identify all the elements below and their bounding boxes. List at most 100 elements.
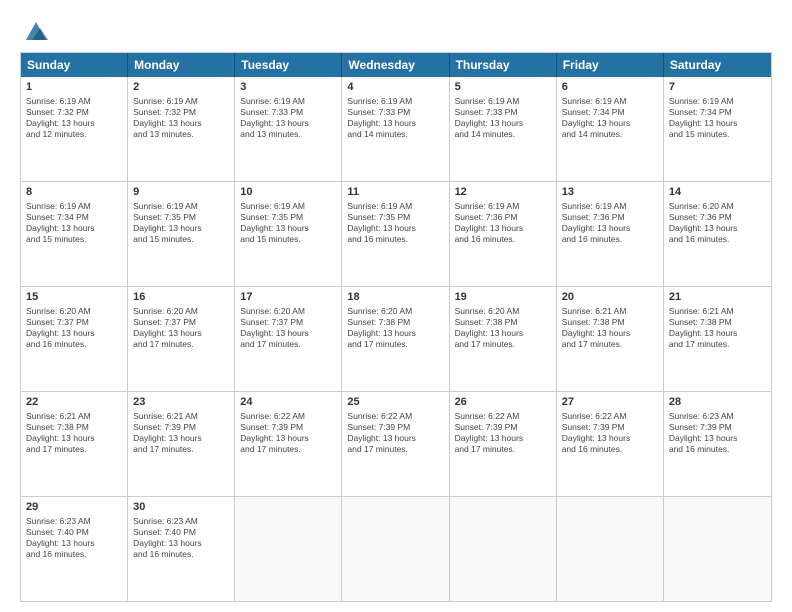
day-number: 30: [133, 500, 229, 515]
calendar-week-row: 22Sunrise: 6:21 AM Sunset: 7:38 PM Dayli…: [21, 392, 771, 497]
calendar-cell: 12Sunrise: 6:19 AM Sunset: 7:36 PM Dayli…: [450, 182, 557, 286]
day-number: 16: [133, 290, 229, 305]
cell-info: Sunrise: 6:23 AM Sunset: 7:39 PM Dayligh…: [669, 411, 766, 455]
cell-info: Sunrise: 6:19 AM Sunset: 7:34 PM Dayligh…: [26, 201, 122, 245]
calendar-cell: 10Sunrise: 6:19 AM Sunset: 7:35 PM Dayli…: [235, 182, 342, 286]
calendar-cell: 15Sunrise: 6:20 AM Sunset: 7:37 PM Dayli…: [21, 287, 128, 391]
calendar-body: 1 Sunrise: 6:19 AM Sunset: 7:32 PM Daylig…: [21, 77, 771, 601]
calendar-cell: 20Sunrise: 6:21 AM Sunset: 7:38 PM Dayli…: [557, 287, 664, 391]
cell-info: Sunrise: 6:20 AM Sunset: 7:36 PM Dayligh…: [669, 201, 766, 245]
weekday-header: Friday: [557, 53, 664, 77]
day-number: 1: [26, 80, 122, 95]
calendar-cell: 19Sunrise: 6:20 AM Sunset: 7:38 PM Dayli…: [450, 287, 557, 391]
weekday-header: Sunday: [21, 53, 128, 77]
day-number: 25: [347, 395, 443, 410]
calendar-week-row: 1 Sunrise: 6:19 AM Sunset: 7:32 PM Daylig…: [21, 77, 771, 182]
calendar-cell: 29Sunrise: 6:23 AM Sunset: 7:40 PM Dayli…: [21, 497, 128, 601]
page: SundayMondayTuesdayWednesdayThursdayFrid…: [0, 0, 792, 612]
cell-info: Sunrise: 6:21 AM Sunset: 7:39 PM Dayligh…: [133, 411, 229, 455]
cell-info: Sunrise: 6:19 AM Sunset: 7:33 PM Dayligh…: [455, 96, 551, 140]
weekday-header: Wednesday: [342, 53, 449, 77]
calendar-cell: 1Sunrise: 6:19 AM Sunset: 7:32 PM Daylig…: [21, 77, 128, 181]
cell-info: Sunrise: 6:22 AM Sunset: 7:39 PM Dayligh…: [562, 411, 658, 455]
calendar-cell: 21Sunrise: 6:21 AM Sunset: 7:38 PM Dayli…: [664, 287, 771, 391]
cell-info: Sunrise: 6:21 AM Sunset: 7:38 PM Dayligh…: [26, 411, 122, 455]
cell-info: Sunrise: 6:23 AM Sunset: 7:40 PM Dayligh…: [26, 516, 122, 560]
cell-info: Sunrise: 6:19 AM Sunset: 7:36 PM Dayligh…: [562, 201, 658, 245]
day-number: 28: [669, 395, 766, 410]
day-number: 20: [562, 290, 658, 305]
calendar-cell: [664, 497, 771, 601]
day-number: 9: [133, 185, 229, 200]
day-number: 21: [669, 290, 766, 305]
cell-info: Sunrise: 6:19 AM Sunset: 7:33 PM Dayligh…: [347, 96, 443, 140]
day-number: 23: [133, 395, 229, 410]
day-number: 10: [240, 185, 336, 200]
weekday-header: Tuesday: [235, 53, 342, 77]
day-number: 8: [26, 185, 122, 200]
day-number: 24: [240, 395, 336, 410]
calendar-cell: [342, 497, 449, 601]
calendar-cell: 9Sunrise: 6:19 AM Sunset: 7:35 PM Daylig…: [128, 182, 235, 286]
day-number: 12: [455, 185, 551, 200]
cell-info: Sunrise: 6:19 AM Sunset: 7:34 PM Dayligh…: [562, 96, 658, 140]
logo: [20, 16, 50, 44]
calendar-cell: 7Sunrise: 6:19 AM Sunset: 7:34 PM Daylig…: [664, 77, 771, 181]
calendar-cell: [450, 497, 557, 601]
header: [20, 16, 772, 44]
day-number: 19: [455, 290, 551, 305]
day-number: 14: [669, 185, 766, 200]
calendar-cell: 6Sunrise: 6:19 AM Sunset: 7:34 PM Daylig…: [557, 77, 664, 181]
calendar-cell: 22Sunrise: 6:21 AM Sunset: 7:38 PM Dayli…: [21, 392, 128, 496]
cell-info: Sunrise: 6:21 AM Sunset: 7:38 PM Dayligh…: [562, 306, 658, 350]
calendar-cell: 18Sunrise: 6:20 AM Sunset: 7:38 PM Dayli…: [342, 287, 449, 391]
cell-info: Sunrise: 6:22 AM Sunset: 7:39 PM Dayligh…: [455, 411, 551, 455]
day-number: 27: [562, 395, 658, 410]
day-number: 5: [455, 80, 551, 95]
calendar-week-row: 29Sunrise: 6:23 AM Sunset: 7:40 PM Dayli…: [21, 497, 771, 601]
cell-info: Sunrise: 6:22 AM Sunset: 7:39 PM Dayligh…: [347, 411, 443, 455]
calendar-cell: 17Sunrise: 6:20 AM Sunset: 7:37 PM Dayli…: [235, 287, 342, 391]
cell-info: Sunrise: 6:19 AM Sunset: 7:33 PM Dayligh…: [240, 96, 336, 140]
calendar-cell: 11Sunrise: 6:19 AM Sunset: 7:35 PM Dayli…: [342, 182, 449, 286]
calendar-cell: 5Sunrise: 6:19 AM Sunset: 7:33 PM Daylig…: [450, 77, 557, 181]
cell-info: Sunrise: 6:19 AM Sunset: 7:32 PM Dayligh…: [133, 96, 229, 140]
cell-info: Sunrise: 6:19 AM Sunset: 7:35 PM Dayligh…: [347, 201, 443, 245]
cell-info: Sunrise: 6:20 AM Sunset: 7:37 PM Dayligh…: [26, 306, 122, 350]
day-number: 7: [669, 80, 766, 95]
cell-info: Sunrise: 6:20 AM Sunset: 7:38 PM Dayligh…: [455, 306, 551, 350]
calendar-cell: 16Sunrise: 6:20 AM Sunset: 7:37 PM Dayli…: [128, 287, 235, 391]
calendar-cell: 13Sunrise: 6:19 AM Sunset: 7:36 PM Dayli…: [557, 182, 664, 286]
calendar: SundayMondayTuesdayWednesdayThursdayFrid…: [20, 52, 772, 602]
weekday-header: Saturday: [664, 53, 771, 77]
calendar-cell: 27Sunrise: 6:22 AM Sunset: 7:39 PM Dayli…: [557, 392, 664, 496]
cell-info: Sunrise: 6:20 AM Sunset: 7:38 PM Dayligh…: [347, 306, 443, 350]
logo-icon: [22, 16, 50, 44]
calendar-cell: 30Sunrise: 6:23 AM Sunset: 7:40 PM Dayli…: [128, 497, 235, 601]
cell-info: Sunrise: 6:19 AM Sunset: 7:35 PM Dayligh…: [133, 201, 229, 245]
cell-info: Sunrise: 6:19 AM Sunset: 7:36 PM Dayligh…: [455, 201, 551, 245]
calendar-cell: [235, 497, 342, 601]
day-number: 6: [562, 80, 658, 95]
calendar-week-row: 15Sunrise: 6:20 AM Sunset: 7:37 PM Dayli…: [21, 287, 771, 392]
cell-info: Sunrise: 6:19 AM Sunset: 7:34 PM Dayligh…: [669, 96, 766, 140]
calendar-cell: 4Sunrise: 6:19 AM Sunset: 7:33 PM Daylig…: [342, 77, 449, 181]
day-number: 26: [455, 395, 551, 410]
cell-info: Sunrise: 6:19 AM Sunset: 7:35 PM Dayligh…: [240, 201, 336, 245]
calendar-cell: 26Sunrise: 6:22 AM Sunset: 7:39 PM Dayli…: [450, 392, 557, 496]
day-number: 3: [240, 80, 336, 95]
day-number: 2: [133, 80, 229, 95]
weekday-header: Thursday: [450, 53, 557, 77]
cell-info: Sunrise: 6:22 AM Sunset: 7:39 PM Dayligh…: [240, 411, 336, 455]
day-number: 17: [240, 290, 336, 305]
calendar-cell: 25Sunrise: 6:22 AM Sunset: 7:39 PM Dayli…: [342, 392, 449, 496]
day-number: 11: [347, 185, 443, 200]
calendar-cell: 14Sunrise: 6:20 AM Sunset: 7:36 PM Dayli…: [664, 182, 771, 286]
calendar-cell: 3Sunrise: 6:19 AM Sunset: 7:33 PM Daylig…: [235, 77, 342, 181]
day-number: 22: [26, 395, 122, 410]
day-number: 13: [562, 185, 658, 200]
calendar-header: SundayMondayTuesdayWednesdayThursdayFrid…: [21, 53, 771, 77]
calendar-cell: 24Sunrise: 6:22 AM Sunset: 7:39 PM Dayli…: [235, 392, 342, 496]
cell-info: Sunrise: 6:23 AM Sunset: 7:40 PM Dayligh…: [133, 516, 229, 560]
day-number: 18: [347, 290, 443, 305]
